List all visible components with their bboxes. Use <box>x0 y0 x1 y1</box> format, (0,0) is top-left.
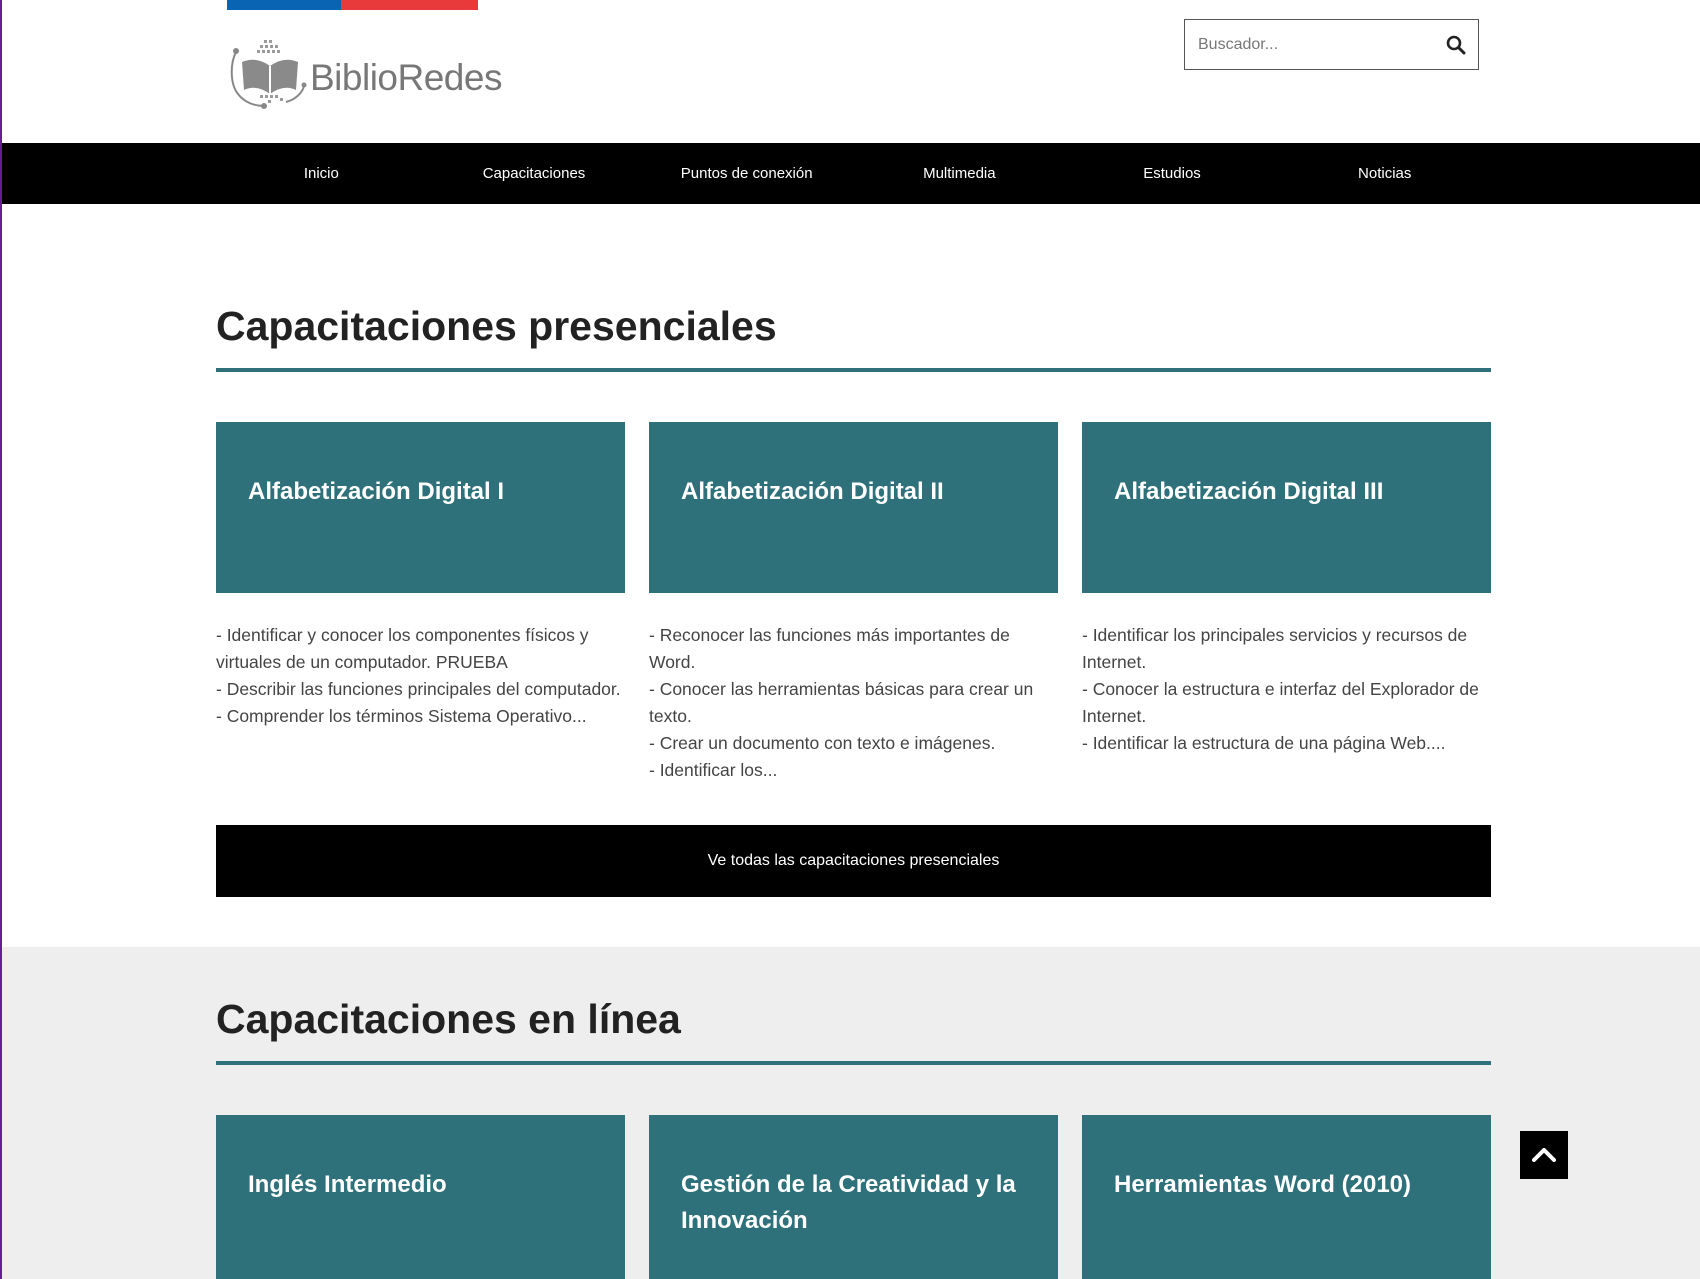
search-box <box>1184 19 1479 70</box>
nav-item-capacitaciones[interactable]: Capacitaciones <box>428 143 641 204</box>
chevron-up-icon <box>1532 1148 1556 1162</box>
search-input[interactable] <box>1185 20 1434 69</box>
course-card-title: Inglés Intermedio <box>248 1171 447 1198</box>
nav-item-estudios[interactable]: Estudios <box>1066 143 1279 204</box>
flag-red-stripe <box>341 0 478 10</box>
book-logo-icon <box>230 40 307 109</box>
course-description: - Identificar y conocer los componentes … <box>216 622 628 730</box>
site-logo[interactable]: BiblioRedes <box>224 38 502 112</box>
search-icon[interactable] <box>1434 20 1478 69</box>
back-to-top-button[interactable] <box>1520 1131 1568 1179</box>
main-navigation: Inicio Capacitaciones Puntos de conexión… <box>2 143 1700 204</box>
course-card[interactable]: Inglés Intermedio <box>216 1115 625 1279</box>
section-divider <box>216 1061 1491 1065</box>
course-card-title: Alfabetización Digital II <box>681 478 944 505</box>
section-divider <box>216 368 1491 372</box>
course-description: - Reconocer las funciones más importante… <box>649 622 1061 784</box>
flag-blue-stripe <box>227 0 341 10</box>
course-card-title: Herramientas Word (2010) <box>1114 1171 1411 1198</box>
course-description: - Identificar los principales servicios … <box>1082 622 1494 757</box>
description-line: - Identificar la estructura de una págin… <box>1082 733 1446 753</box>
section-title-en-linea: Capacitaciones en línea <box>216 996 681 1042</box>
course-card-title: Alfabetización Digital III <box>1114 478 1384 505</box>
description-line: - Crear un documento con texto e imágene… <box>649 733 996 753</box>
nav-item-inicio[interactable]: Inicio <box>215 143 428 204</box>
description-line: - Conocer la estructura e interfaz del E… <box>1082 679 1479 726</box>
course-card-title: Gestión de la Creatividad y la Innovació… <box>681 1171 1016 1234</box>
description-line: - Reconocer las funciones más importante… <box>649 625 1010 672</box>
logo-wordmark: BiblioRedes <box>310 57 502 98</box>
government-flag-bar <box>227 0 478 10</box>
description-line: - Identificar y conocer los componentes … <box>216 625 589 672</box>
description-line: - Conocer las herramientas básicas para … <box>649 679 1034 726</box>
nav-item-noticias[interactable]: Noticias <box>1278 143 1491 204</box>
description-line: - Identificar los... <box>649 760 778 780</box>
view-all-presenciales-button[interactable]: Ve todas las capacitaciones presenciales <box>216 825 1491 897</box>
section-title-presenciales: Capacitaciones presenciales <box>216 303 777 349</box>
course-card[interactable]: Alfabetización Digital II <box>649 422 1058 593</box>
course-card[interactable]: Herramientas Word (2010) <box>1082 1115 1491 1279</box>
nav-item-multimedia[interactable]: Multimedia <box>853 143 1066 204</box>
nav-item-puntos-de-conexion[interactable]: Puntos de conexión <box>640 143 853 204</box>
description-line: - Describir las funciones principales de… <box>216 679 621 699</box>
course-card[interactable]: Alfabetización Digital I <box>216 422 625 593</box>
course-card[interactable]: Gestión de la Creatividad y la Innovació… <box>649 1115 1058 1279</box>
course-card-title: Alfabetización Digital I <box>248 478 505 505</box>
course-card[interactable]: Alfabetización Digital III <box>1082 422 1491 593</box>
description-line: - Comprender los términos Sistema Operat… <box>216 706 587 726</box>
nav-list: Inicio Capacitaciones Puntos de conexión… <box>215 143 1491 204</box>
description-line: - Identificar los principales servicios … <box>1082 625 1468 672</box>
